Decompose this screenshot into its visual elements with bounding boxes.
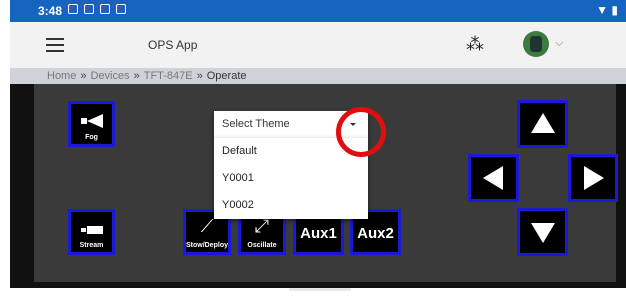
bluetooth-icon[interactable]: ⁂ (466, 34, 484, 55)
theme-option-y0002[interactable]: Y0002 (214, 192, 368, 219)
screen: 3:48 ▼ ▮ OPS App ⁂ ⌵ Home» Devices» TFT-84… (0, 0, 626, 299)
arrow-up-button[interactable] (517, 100, 568, 148)
calendar-icon (100, 4, 110, 14)
arrow-left-button[interactable] (468, 154, 519, 202)
highlight-circle (336, 107, 386, 157)
breadcrumb-device[interactable]: TFT-847E (144, 70, 193, 82)
status-icons (68, 4, 126, 14)
app-icon (84, 4, 94, 14)
stream-nozzle-icon (80, 226, 103, 234)
oscillate-icon: ⤢ (254, 216, 270, 236)
arrow-right-icon (584, 166, 604, 190)
fog-button[interactable]: Fog (68, 101, 115, 147)
arrow-down-icon (530, 223, 555, 243)
arrow-up-icon (530, 113, 555, 133)
breadcrumb: Home» Devices» TFT-847E» Operate (10, 68, 626, 84)
theme-select-placeholder: Select Theme (222, 118, 290, 130)
breadcrumb-devices[interactable]: Devices (90, 70, 129, 82)
menu-icon[interactable] (46, 38, 64, 52)
stow-deploy-icon: ⟋ (200, 216, 214, 236)
home-gesture-bar[interactable] (289, 288, 351, 291)
stream-button[interactable]: Stream (68, 209, 115, 255)
app-bar: OPS App ⁂ ⌵ (10, 22, 626, 69)
arrow-down-button[interactable] (517, 208, 568, 256)
notification-icon (68, 4, 78, 14)
chevron-down-icon[interactable]: ⌵ (555, 37, 563, 50)
status-time: 3:48 (38, 4, 63, 18)
arrow-left-icon (482, 166, 503, 190)
app-title: OPS App (148, 38, 198, 52)
arrow-right-button[interactable] (568, 154, 618, 202)
breadcrumb-home[interactable]: Home (47, 70, 76, 82)
status-bar: 3:48 ▼ ▮ (10, 0, 626, 22)
theme-option-y0001[interactable]: Y0001 (214, 165, 368, 192)
breadcrumb-current: Operate (206, 70, 247, 82)
message-icon (116, 4, 126, 14)
fog-nozzle-icon (80, 114, 103, 128)
wifi-battery-icon: ▼ ▮ (596, 3, 618, 17)
avatar[interactable] (523, 31, 549, 57)
